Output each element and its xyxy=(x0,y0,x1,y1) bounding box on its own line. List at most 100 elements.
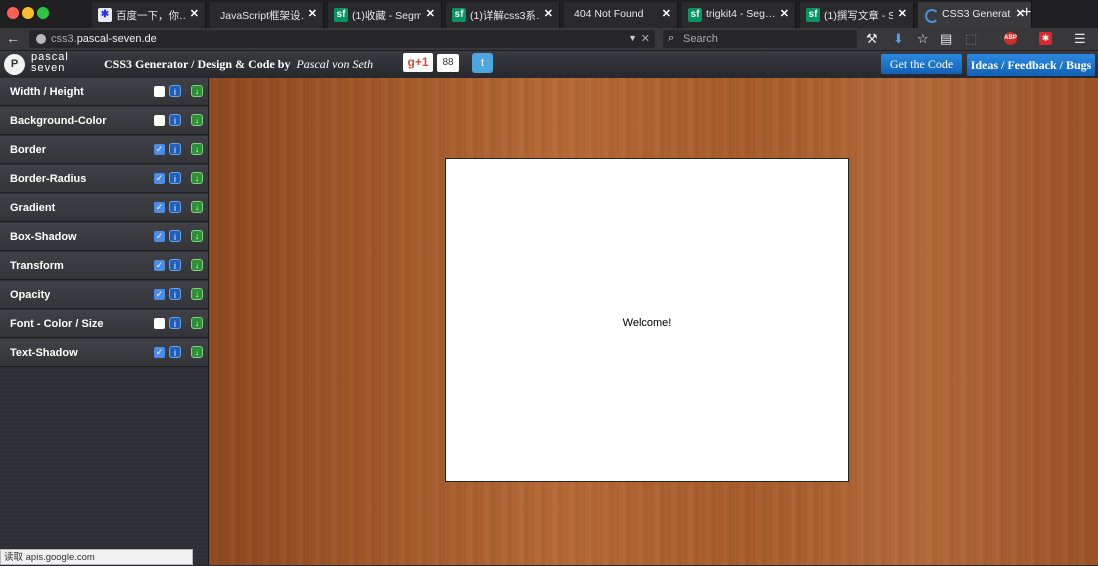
info-icon[interactable]: i xyxy=(169,346,181,358)
enable-checkbox[interactable]: ✓ xyxy=(154,173,165,184)
expand-down-icon[interactable]: ↓ xyxy=(191,230,203,242)
browser-tab[interactable]: JavaScript框架设… ✕ xyxy=(210,2,324,28)
sidebar-item[interactable]: Width / Height i ↓ xyxy=(0,78,208,106)
url-dropdown-icon[interactable]: ▼ xyxy=(628,33,637,43)
tab-bar: ✱ 百度一下，你… ✕ JavaScript框架设… ✕ sf (1)收藏 - Segm… ✕… xyxy=(0,0,1098,28)
browser-tab[interactable]: 404 Not Found ✕ xyxy=(564,2,678,28)
tab-title: CSS3 Generat… xyxy=(942,8,1011,20)
enable-checkbox[interactable]: ✓ xyxy=(154,144,165,155)
globe-icon xyxy=(36,34,46,44)
enable-checkbox[interactable] xyxy=(154,318,165,329)
browser-tab[interactable]: sf (1)详解css3系… ✕ xyxy=(446,2,560,28)
url-bar[interactable]: css3.pascal-seven.de ▼ ✕ xyxy=(29,30,655,48)
info-icon[interactable]: i xyxy=(169,172,181,184)
enable-checkbox[interactable] xyxy=(154,115,165,126)
sidebar-item[interactable]: Font - Color / Size i ↓ xyxy=(0,310,208,338)
status-bar: 读取 apis.google.com xyxy=(0,549,193,565)
sf-icon: sf xyxy=(688,8,702,22)
tab-title: (1)详解css3系… xyxy=(470,10,539,22)
ideas-feedback-button[interactable]: Ideas / Feedback / Bugs xyxy=(967,54,1095,76)
browser-tab[interactable]: sf trigkit4 - Seg… ✕ xyxy=(682,2,796,28)
url-text[interactable]: css3.pascal-seven.de xyxy=(51,33,157,45)
browser-tab[interactable]: CSS3 Generat…✕ xyxy=(918,2,1032,28)
info-icon[interactable]: i xyxy=(169,85,181,97)
expand-down-icon[interactable]: ↓ xyxy=(191,172,203,184)
tab-close-icon[interactable]: ✕ xyxy=(898,7,907,20)
browser-tab[interactable]: sf (1)收藏 - Segm… ✕ xyxy=(328,2,442,28)
sf-icon: sf xyxy=(452,8,466,22)
back-arrow-icon[interactable]: ← xyxy=(6,30,20,46)
browser-tab[interactable]: sf (1)撰写文章 - S… ✕ xyxy=(800,2,914,28)
info-icon[interactable]: i xyxy=(169,143,181,155)
sidebar-item-label: Background-Color xyxy=(10,115,107,127)
adblock-icon[interactable]: ABP xyxy=(1004,32,1017,45)
expand-down-icon[interactable]: ↓ xyxy=(191,259,203,271)
sidebar-item-label: Box-Shadow xyxy=(10,231,77,243)
sidebar-item[interactable]: Opacity ✓ i ↓ xyxy=(0,281,208,309)
browser-tab[interactable]: ✱ 百度一下，你… ✕ xyxy=(92,2,206,28)
sidebar-item[interactable]: Background-Color i ↓ xyxy=(0,107,208,135)
sidebar-item[interactable]: Box-Shadow ✓ i ↓ xyxy=(0,223,208,251)
sidebar-item[interactable]: Border-Radius ✓ i ↓ xyxy=(0,165,208,193)
url-clear-icon[interactable]: ✕ xyxy=(641,32,650,45)
close-window-button[interactable] xyxy=(7,7,19,19)
info-icon[interactable]: i xyxy=(169,114,181,126)
expand-down-icon[interactable]: ↓ xyxy=(191,143,203,155)
minimize-window-button[interactable] xyxy=(22,7,34,19)
search-input[interactable]: ⌕ Search xyxy=(663,30,857,48)
expand-down-icon[interactable]: ↓ xyxy=(191,85,203,97)
sidebar-item[interactable]: Gradient ✓ i ↓ xyxy=(0,194,208,222)
logo-wordmark[interactable]: pascal seven xyxy=(31,52,69,74)
pocket-icon[interactable]: ⬚ xyxy=(965,31,977,47)
sidebar-item-label: Font - Color / Size xyxy=(10,318,104,330)
tab-title: (1)撰写文章 - S… xyxy=(824,10,893,22)
sidebar-item[interactable]: Text-Shadow ✓ i ↓ xyxy=(0,339,208,367)
info-icon[interactable]: i xyxy=(169,201,181,213)
tab-close-icon[interactable]: ✕ xyxy=(780,7,789,20)
preview-box[interactable]: Welcome! xyxy=(445,158,849,482)
tab-close-icon[interactable]: ✕ xyxy=(544,7,553,20)
tab-close-icon[interactable]: ✕ xyxy=(190,7,199,20)
menu-icon[interactable]: ☰ xyxy=(1074,31,1086,47)
tab-close-icon[interactable]: ✕ xyxy=(662,7,671,20)
enable-checkbox[interactable] xyxy=(154,86,165,97)
get-the-code-button[interactable]: Get the Code xyxy=(881,54,962,74)
expand-down-icon[interactable]: ↓ xyxy=(191,114,203,126)
google-plus-button[interactable]: g+1 xyxy=(403,53,433,72)
expand-down-icon[interactable]: ↓ xyxy=(191,288,203,300)
info-icon[interactable]: i xyxy=(169,259,181,271)
info-icon[interactable]: i xyxy=(169,288,181,300)
loading-icon xyxy=(925,9,939,23)
wrench-icon[interactable]: ⚒ xyxy=(866,31,878,47)
new-tab-button[interactable]: + xyxy=(1022,4,1031,22)
sidebar-item-label: Border-Radius xyxy=(10,173,87,185)
enable-checkbox[interactable]: ✓ xyxy=(154,289,165,300)
sidebar-item[interactable]: Border ✓ i ↓ xyxy=(0,136,208,164)
enable-checkbox[interactable]: ✓ xyxy=(154,202,165,213)
enable-checkbox[interactable]: ✓ xyxy=(154,260,165,271)
tab-close-icon[interactable]: ✕ xyxy=(308,7,317,20)
tab-close-icon[interactable]: ✕ xyxy=(426,7,435,20)
sidebar-item-label: Gradient xyxy=(10,202,56,214)
expand-down-icon[interactable]: ↓ xyxy=(191,201,203,213)
bookmark-star-icon[interactable]: ☆ xyxy=(917,31,929,47)
clipboard-icon[interactable]: ▤ xyxy=(940,31,952,47)
download-icon[interactable]: ⬇ xyxy=(893,31,904,47)
sidebar-item-label: Width / Height xyxy=(10,86,84,98)
expand-down-icon[interactable]: ↓ xyxy=(191,317,203,329)
preview-text: Welcome! xyxy=(622,317,672,329)
expand-down-icon[interactable]: ↓ xyxy=(191,346,203,358)
extension-icon[interactable]: ✱ xyxy=(1039,32,1052,45)
sidebar-item-label: Opacity xyxy=(10,289,51,301)
info-icon[interactable]: i xyxy=(169,317,181,329)
logo-icon[interactable]: P xyxy=(4,54,25,75)
enable-checkbox[interactable]: ✓ xyxy=(154,347,165,358)
info-icon[interactable]: i xyxy=(169,230,181,242)
sf-icon: sf xyxy=(334,8,348,22)
enable-checkbox[interactable]: ✓ xyxy=(154,231,165,242)
twitter-icon[interactable]: t xyxy=(472,53,493,73)
search-placeholder: Search xyxy=(683,33,718,45)
sidebar-item[interactable]: Transform ✓ i ↓ xyxy=(0,252,208,280)
zoom-window-button[interactable] xyxy=(37,7,49,19)
tab-title: JavaScript框架设… xyxy=(220,10,303,22)
